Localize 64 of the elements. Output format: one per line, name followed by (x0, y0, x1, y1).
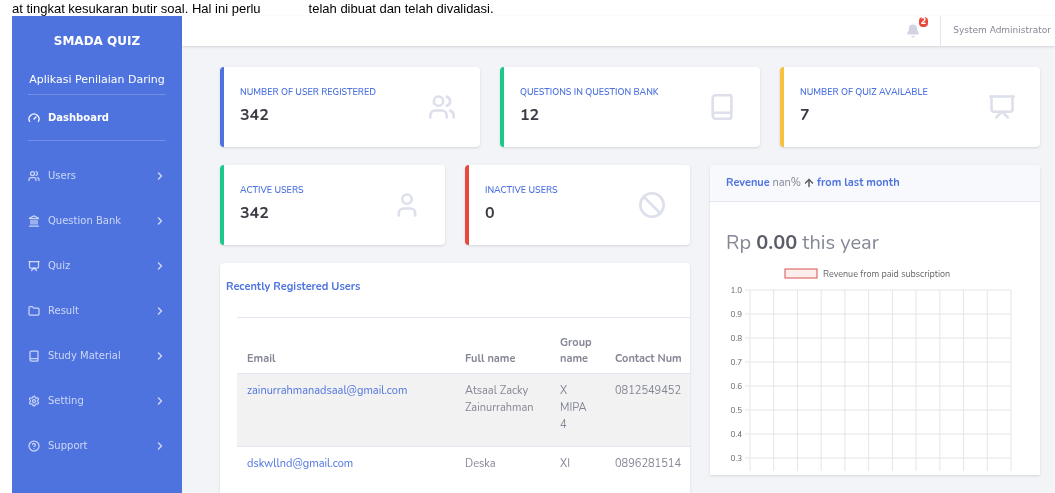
document-text: telah dibuat dan telah divalidasi. (308, 1, 494, 15)
gauge-icon (28, 111, 40, 124)
y-tick-label: 0.7 (730, 357, 742, 368)
revenue-heading: Revenue nan% (726, 174, 802, 192)
settings-icon (28, 394, 40, 407)
y-tick-label: 0.8 (730, 333, 742, 344)
book-icon (28, 349, 40, 362)
email-link[interactable]: dskwllnd@gmail.com (237, 455, 455, 472)
stat-value: 12 (520, 102, 541, 127)
table-cell-text: XI (559, 455, 571, 472)
sidebar-item[interactable]: Support (28, 423, 166, 468)
y-tick-label: 0.9 (730, 309, 742, 320)
users-icon (428, 93, 456, 121)
chart-legend: Revenue from paid subscription (784, 268, 951, 280)
stat-label: NUMBER OF USER REGISTERED (240, 87, 377, 99)
stat-value: 7 (800, 102, 811, 127)
table-cell-text: 0896281514 (614, 455, 682, 472)
y-tick-label: 0.3 (730, 453, 742, 464)
sidebar-item[interactable]: Users (28, 153, 166, 198)
presentation-icon (988, 93, 1016, 121)
folder-icon (28, 304, 40, 317)
stat-label: ACTIVE USERS (240, 185, 304, 197)
column-header: Contact Num (614, 351, 683, 367)
user-name[interactable]: System Administrator (953, 24, 1051, 38)
bank-icon (28, 214, 40, 227)
presentation-icon (28, 259, 40, 272)
table-cell-text: Deska (464, 455, 497, 472)
stat-label: QUESTIONS IN QUESTION BANK (520, 87, 659, 99)
y-tick-label: 0.6 (730, 381, 742, 392)
sidebar-item[interactable]: Quiz (28, 243, 166, 288)
help-icon (28, 439, 40, 452)
sidebar-item[interactable]: Result (28, 288, 166, 333)
sidebar-item[interactable]: Question Bank (28, 198, 166, 243)
legend-label: Revenue from paid subscription (823, 268, 951, 280)
y-tick-label: 0.4 (730, 429, 742, 440)
notification-badge: 2 (918, 17, 929, 27)
stat-value: 342 (240, 102, 270, 127)
y-tick-label: 1.0 (730, 285, 742, 296)
bell-icon (906, 24, 921, 38)
column-header: Email (246, 351, 277, 367)
table-cell-text: Atsaal Zacky Zainurrahman (464, 382, 535, 417)
arrow-up-icon (803, 177, 816, 189)
table-cell-text: X MIPA 4 (559, 382, 588, 434)
stat-label: INACTIVE USERS (485, 185, 558, 197)
users-icon (28, 169, 40, 182)
email-link[interactable]: zainurrahmanadsaal@gmail.com (237, 382, 455, 446)
sidebar-item[interactable]: Setting (28, 378, 166, 423)
sidebar-item[interactable]: Dashboard (28, 95, 166, 140)
stat-value: 0 (485, 200, 496, 225)
document-text: at tingkat kesukaran butir soal. Hal ini perlu (12, 1, 261, 15)
y-tick-label: 0.5 (730, 405, 742, 416)
sidebar-item[interactable]: Study Material (28, 333, 166, 378)
brand-title[interactable]: SMADA QUIZ (53, 32, 141, 50)
revenue-total: Rp 0.00 this year (726, 229, 879, 256)
card-title: Recently Registered Users (226, 279, 361, 294)
stat-value: 342 (240, 200, 270, 225)
column-header: Group name (559, 335, 593, 367)
column-header: Full name (464, 351, 517, 367)
table-cell-text: 0812549452 (614, 382, 682, 400)
stat-label: NUMBER OF QUIZ AVAILABLE (800, 87, 928, 99)
app-subtitle: Aplikasi Penilaian Daring (29, 73, 165, 86)
ban-icon (638, 191, 666, 219)
book-icon (708, 93, 736, 121)
revenue-trend: from last month (817, 174, 900, 192)
